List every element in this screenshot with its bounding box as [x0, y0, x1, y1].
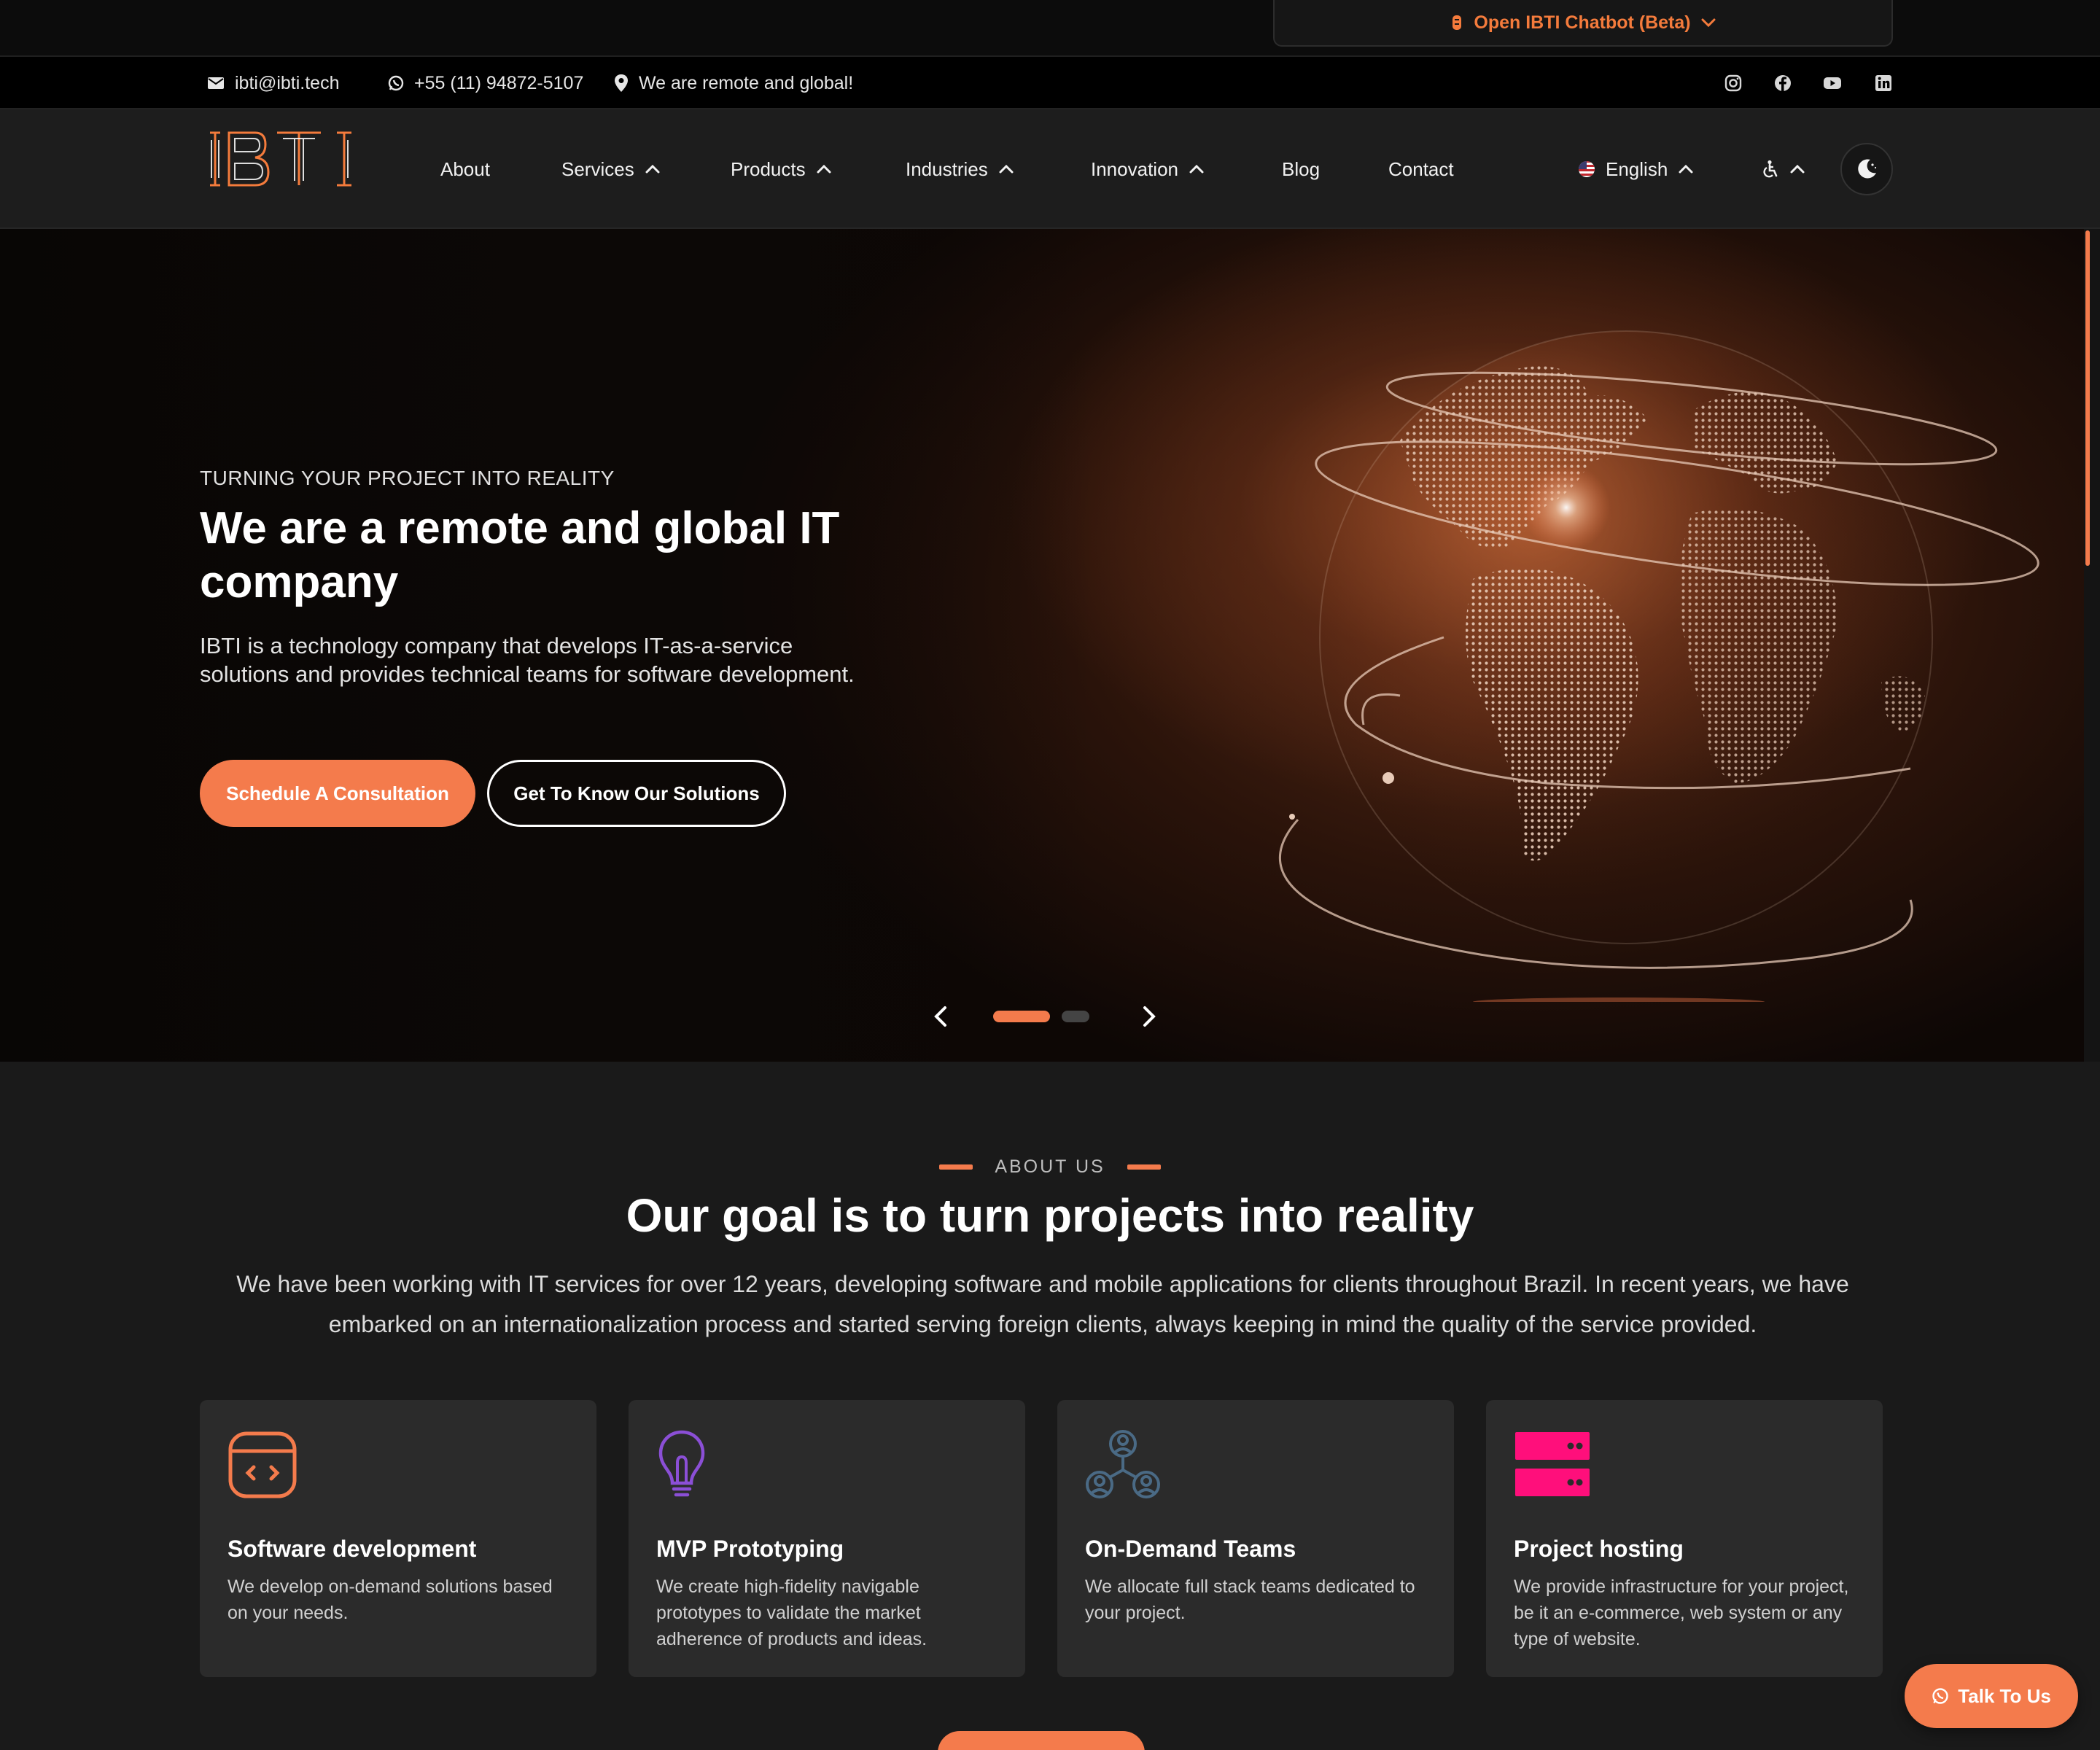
us-flag-icon: [1579, 161, 1595, 177]
talk-to-us-button[interactable]: Talk To Us: [1905, 1664, 2078, 1728]
card-title: Project hosting: [1514, 1536, 1684, 1562]
chatbot-bar: Open IBTI Chatbot (Beta): [0, 0, 2100, 57]
nav-services-label: Services: [561, 158, 634, 180]
service-card-software[interactable]: Software development We develop on-deman…: [200, 1400, 596, 1677]
envelope-icon: [208, 77, 224, 89]
service-card-hosting[interactable]: Project hosting We provide infrastructur…: [1486, 1400, 1883, 1677]
card-description: We develop on-demand solutions based on …: [228, 1576, 553, 1623]
map-pin-icon: [615, 74, 628, 92]
chevron-right-icon[interactable]: [1135, 1002, 1164, 1031]
main-navbar: About Services Products Industries Innov…: [0, 109, 2100, 229]
chevron-up-icon: [817, 164, 831, 174]
nav-blog-label: Blog: [1282, 158, 1321, 180]
chatbot-toggle-button[interactable]: Open IBTI Chatbot (Beta): [1273, 0, 1893, 47]
server-icon: [1515, 1432, 1590, 1496]
nav-innovation-label: Innovation: [1091, 158, 1178, 180]
chevron-left-icon[interactable]: [926, 1002, 955, 1031]
card-description: We allocate full stack teams dedicated t…: [1085, 1576, 1415, 1623]
moon-icon: [1858, 159, 1877, 179]
section-cta-button[interactable]: [938, 1731, 1145, 1750]
eyebrow-divider: [939, 1164, 973, 1170]
about-title: Our goal is to turn projects into realit…: [626, 1189, 1474, 1242]
card-title: Software development: [228, 1536, 477, 1562]
whatsapp-icon: [1932, 1688, 1948, 1704]
card-description: We provide infrastructure for your proje…: [1514, 1576, 1849, 1649]
nav-products-label: Products: [731, 158, 806, 180]
eyebrow-divider: [1127, 1164, 1161, 1170]
hero-title: We are a remote and global IT company: [200, 503, 840, 607]
chevron-up-icon: [999, 164, 1014, 174]
chevron-up-icon: [645, 164, 660, 174]
contact-email[interactable]: ibti@ibti.tech: [207, 57, 340, 109]
about-eyebrow: ABOUT US: [0, 1156, 2100, 1178]
location-text: We are remote and global!: [639, 72, 854, 93]
nav-contact-label: Contact: [1388, 158, 1454, 180]
team-icon: [1086, 1430, 1160, 1498]
contact-phone[interactable]: +55 (11) 94872-5107: [388, 57, 583, 109]
nav-blog[interactable]: Blog: [1282, 109, 1320, 229]
hero-description: IBTI is a technology company that develo…: [200, 633, 855, 687]
language-selector[interactable]: English: [1578, 109, 1694, 229]
chatbot-icon: [1452, 15, 1462, 30]
hero-eyebrow: TURNING YOUR PROJECT INTO REALITY: [200, 467, 615, 489]
instagram-icon[interactable]: [1722, 72, 1744, 94]
know-solutions-button[interactable]: Get To Know Our Solutions: [487, 760, 786, 827]
hero-carousel: TURNING YOUR PROJECT INTO REALITY We are…: [0, 229, 2084, 1062]
accessibility-menu[interactable]: [1762, 109, 1805, 229]
lightbulb-icon: [658, 1430, 705, 1497]
nav-innovation[interactable]: Innovation: [1091, 109, 1205, 229]
contact-bar: ibti@ibti.tech +55 (11) 94872-5107 We ar…: [0, 57, 2100, 109]
ibti-logo[interactable]: [207, 130, 354, 188]
nav-contact[interactable]: Contact: [1388, 109, 1454, 229]
chevron-up-icon: [1189, 164, 1204, 174]
card-description: We create high-fidelity navigable protot…: [656, 1576, 928, 1649]
youtube-icon[interactable]: [1821, 72, 1843, 94]
chevron-down-icon: [1701, 18, 1716, 28]
service-card-mvp[interactable]: MVP Prototyping We create high-fidelity …: [629, 1400, 1025, 1677]
talk-to-us-label: Talk To Us: [1958, 1684, 2051, 1707]
linkedin-icon[interactable]: [1872, 72, 1894, 94]
nav-industries-label: Industries: [906, 158, 988, 180]
carousel-dot-active[interactable]: [993, 1011, 1050, 1022]
about-section: ABOUT US Our goal is to turn projects in…: [0, 1062, 2100, 1750]
card-title: On-Demand Teams: [1085, 1536, 1296, 1562]
chatbot-label: Open IBTI Chatbot (Beta): [1474, 12, 1691, 33]
nav-services[interactable]: Services: [561, 109, 661, 229]
schedule-consultation-button[interactable]: Schedule A Consultation: [200, 760, 475, 827]
scrollbar-thumb[interactable]: [2085, 230, 2090, 566]
email-text: ibti@ibti.tech: [235, 72, 340, 93]
chevron-up-icon: [1790, 164, 1805, 174]
nav-products[interactable]: Products: [731, 109, 832, 229]
code-window-icon: [228, 1431, 297, 1498]
service-card-teams[interactable]: On-Demand Teams We allocate full stack t…: [1057, 1400, 1454, 1677]
about-eyebrow-label: ABOUT US: [995, 1156, 1105, 1177]
language-label: English: [1606, 158, 1668, 180]
facebook-icon[interactable]: [1772, 72, 1794, 94]
whatsapp-icon: [388, 75, 404, 91]
nav-about-label: About: [440, 158, 490, 180]
globe-illustration: [1278, 330, 2039, 1002]
nav-industries[interactable]: Industries: [906, 109, 1014, 229]
nav-about[interactable]: About: [440, 109, 490, 229]
chevron-up-icon: [1679, 164, 1693, 174]
theme-toggle-button[interactable]: [1840, 143, 1893, 195]
contact-location: We are remote and global!: [614, 57, 853, 109]
card-title: MVP Prototyping: [656, 1536, 844, 1562]
phone-text: +55 (11) 94872-5107: [414, 72, 584, 93]
accessibility-icon: [1763, 160, 1778, 178]
about-description: We have been working with IT services fo…: [236, 1271, 1849, 1337]
carousel-dot[interactable]: [1062, 1011, 1089, 1022]
